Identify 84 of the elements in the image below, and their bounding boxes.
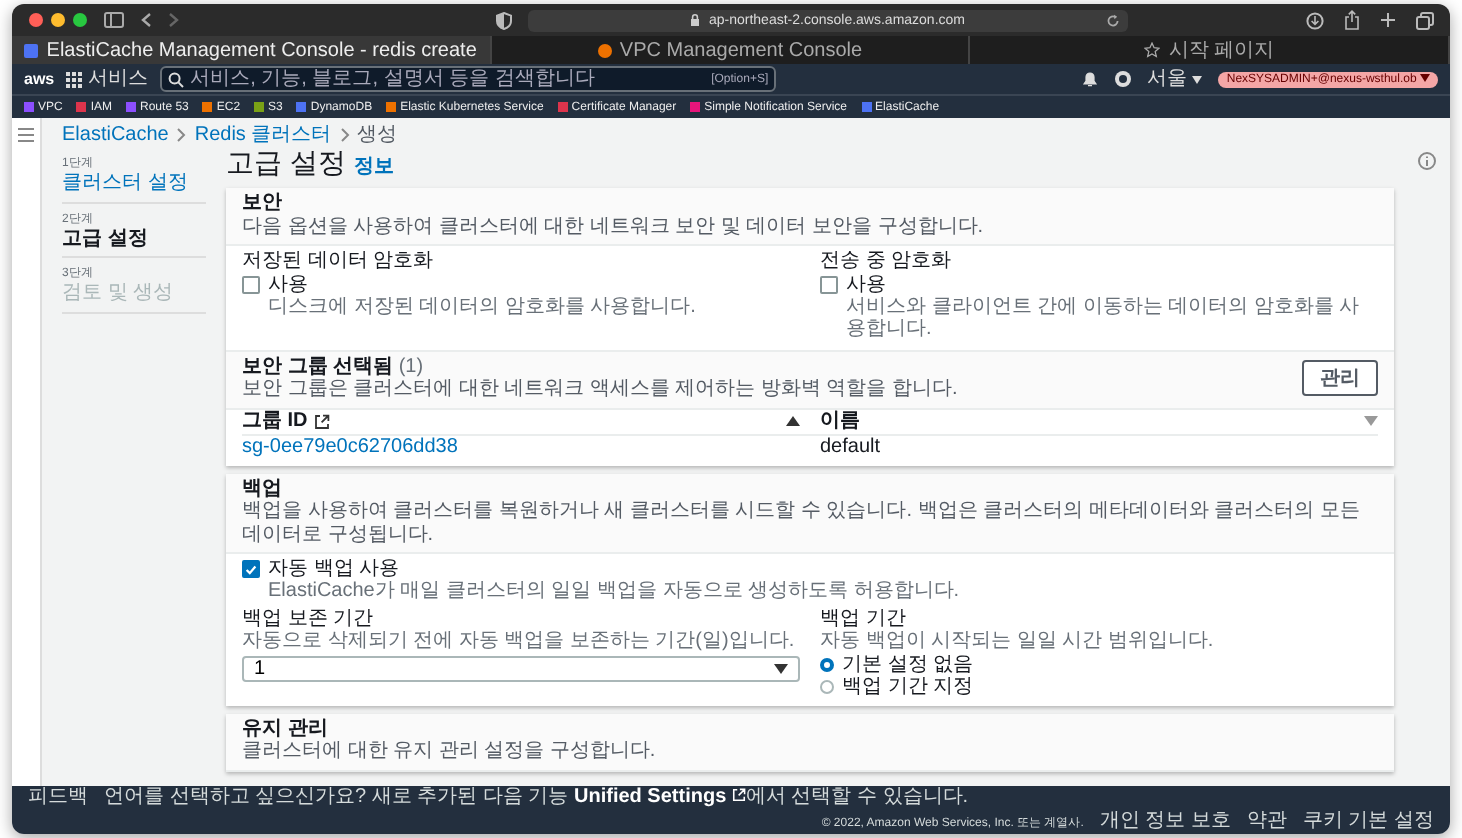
checkbox-hint: 디스크에 저장된 데이터의 암호화를 사용합니다.: [266, 295, 698, 318]
tab-title: 시작 페이지: [1168, 38, 1275, 64]
window-controls-icon[interactable]: [28, 12, 88, 28]
breadcrumb-item[interactable]: ElastiCache: [62, 125, 169, 145]
section-description: 다음 옵션을 사용하여 클러스터에 대한 네트워크 보안 및 데이터 보안을 구성합니다.: [242, 215, 986, 238]
shield-icon[interactable]: [496, 11, 512, 29]
checkbox-label: 사용: [268, 273, 308, 295]
info-icon[interactable]: [1417, 152, 1435, 170]
checkbox-hint: ElastiCache가 매일 클러스터의 일일 백업을 자동으로 생성하도록 허용합니다.: [266, 580, 962, 603]
manage-button[interactable]: 관리: [1302, 360, 1378, 396]
tab-title: VPC Management Console: [619, 39, 863, 61]
checkbox[interactable]: [242, 275, 260, 293]
step-label: 고급 설정: [62, 227, 150, 250]
footer-link[interactable]: 개인 정보 보호: [1099, 812, 1231, 832]
caret-icon: [1192, 75, 1203, 83]
footer-notice: 언어를 선택하고 싶으신가요? 새로 추가된 다음 기능 Unified Settings 에서 선택할 수 있습니다.: [104, 788, 969, 808]
aws-logo[interactable]: aws: [24, 70, 55, 88]
region-menu[interactable]: 서울: [1147, 69, 1203, 89]
breadcrumb-item[interactable]: Redis 클러스터: [194, 125, 332, 145]
reload-icon[interactable]: [1106, 13, 1120, 27]
favicon-icon: [24, 43, 39, 57]
unified-settings-link[interactable]: Unified Settings: [574, 786, 746, 808]
info-link[interactable]: 정보: [353, 152, 394, 180]
browser-tab[interactable]: ElastiCache Management Console - redis create: [12, 36, 492, 64]
caret-icon: [774, 663, 788, 673]
grid-icon: [66, 71, 83, 87]
radio-button[interactable]: [820, 679, 834, 693]
new-tab-icon[interactable]: [1380, 12, 1396, 28]
tab-title: ElastiCache Management Console - redis create: [46, 39, 477, 61]
lock-icon: [690, 14, 701, 26]
checkbox-hint: 서비스와 클라이언트 간에 이동하는 데이터의 암호화를 사용합니다.: [844, 295, 1362, 341]
checkbox-label: 자동 백업 사용: [268, 558, 400, 580]
breadcrumb-item: 생성: [357, 125, 398, 145]
group-id-link[interactable]: sg-0ee79e0c62706dd38: [242, 437, 800, 457]
radio-button[interactable]: [820, 657, 834, 671]
checkbox[interactable]: [820, 275, 838, 293]
share-icon[interactable]: [1344, 10, 1360, 30]
caret-icon: [1420, 73, 1430, 81]
external-link-icon: [731, 788, 746, 802]
section-description: 백업을 사용하여 클러스터를 복원하거나 새 클러스터를 시드할 수 있습니다. 백업은 클러스터의 메타데이터와 클러스터의 모든 데이터로 구성됩니다.: [242, 500, 1362, 546]
column-header[interactable]: 그룹 ID: [242, 411, 800, 431]
section-description: 보안 그룹은 클러스터에 대한 네트워크 액세스를 제어하는 방화벽 역할을 합니다.: [242, 378, 960, 401]
services-menu[interactable]: 서비스: [66, 69, 149, 89]
field-label: 저장된 데이터 암호화: [242, 250, 436, 273]
radio-label: 백업 기간 지정: [842, 675, 974, 697]
section-heading: 보안: [242, 192, 284, 215]
footer-link[interactable]: 쿠키 기본 설정: [1302, 812, 1434, 832]
star-icon: [1144, 42, 1161, 58]
back-icon[interactable]: [140, 12, 152, 28]
external-link-icon[interactable]: [313, 413, 330, 429]
radio-label: 기본 설정 없음: [842, 653, 974, 675]
section-description: 클러스터에 대한 유지 관리 설정을 구성합니다.: [242, 740, 658, 763]
section-heading: 백업: [242, 477, 284, 500]
step-label[interactable]: 클러스터 설정: [62, 172, 206, 195]
tabs-overview-icon[interactable]: [1416, 11, 1434, 29]
page-title: 고급 설정: [226, 148, 346, 179]
search-input[interactable]: 서비스, 기능, 블로그, 설명서 등을 검색합니다: [190, 68, 706, 90]
chevron-icon: [176, 128, 187, 142]
footer-link[interactable]: 약관: [1246, 812, 1287, 832]
section-heading: 유지 관리: [242, 717, 330, 740]
field-hint: 자동 백업이 시작되는 일일 시간 범위입니다.: [820, 630, 1216, 653]
help-icon[interactable]: [1113, 70, 1132, 88]
field-hint: 자동으로 삭제되기 전에 자동 백업을 보존하는 기간(일)입니다.: [242, 630, 797, 653]
menu-icon[interactable]: [18, 128, 34, 142]
checkbox-label: 사용: [846, 273, 886, 295]
download-icon[interactable]: [1306, 11, 1324, 29]
favicon-icon: [597, 43, 612, 57]
search-icon: [168, 71, 185, 87]
column-header[interactable]: 이름: [820, 411, 1378, 431]
field-label: 백업 기간: [820, 607, 908, 630]
feedback-link[interactable]: 피드백: [28, 788, 88, 808]
retention-select[interactable]: 1: [242, 655, 800, 681]
field-label: 전송 중 암호화: [820, 250, 954, 273]
sidebar-icon[interactable]: [104, 12, 124, 28]
bell-icon[interactable]: [1081, 70, 1098, 88]
checkbox[interactable]: [242, 560, 260, 578]
chevron-icon: [339, 128, 350, 142]
sort-ascending-icon[interactable]: [786, 416, 800, 426]
sort-icon[interactable]: [1364, 416, 1378, 426]
field-label: 백업 보존 기간: [242, 607, 376, 630]
forward-icon[interactable]: [168, 12, 180, 28]
table-cell-text: default: [820, 437, 883, 457]
section-heading: 보안 그룹 선택됨 (1): [242, 355, 426, 378]
step-label: 검토 및 생성: [62, 282, 176, 305]
